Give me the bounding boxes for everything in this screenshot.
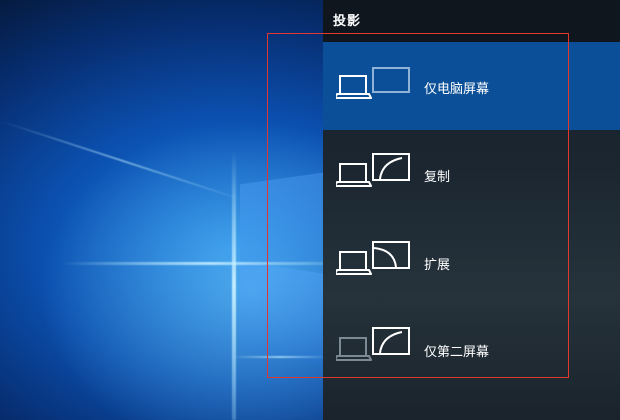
option-label: 仅第二屏幕 (424, 345, 490, 360)
project-panel-header (323, 0, 620, 42)
wallpaper-beam-horizontal (60, 262, 360, 265)
option-pc-screen-only[interactable]: 仅电脑屏幕 (323, 42, 620, 130)
pc-screen-only-icon (336, 67, 410, 99)
duplicate-icon (336, 153, 410, 187)
wallpaper-beam-diagonal (0, 120, 248, 203)
extend-icon (336, 241, 410, 275)
wallpaper-window-pane-top (240, 171, 330, 271)
option-label: 仅电脑屏幕 (424, 82, 490, 97)
wallpaper-window-pane-bottom (240, 261, 330, 365)
option-second-screen-only[interactable]: 仅第二屏幕 (323, 306, 620, 394)
wallpaper-beam-lower (230, 356, 330, 358)
option-extend[interactable]: 扩展 (323, 218, 620, 306)
option-label: 扩展 (424, 258, 451, 273)
option-label: 复制 (424, 170, 451, 185)
option-duplicate[interactable]: 复制 (323, 130, 620, 218)
project-panel-title: 投影 (333, 14, 362, 29)
wallpaper-beam-vertical (232, 150, 236, 420)
second-screen-only-icon (336, 327, 410, 361)
